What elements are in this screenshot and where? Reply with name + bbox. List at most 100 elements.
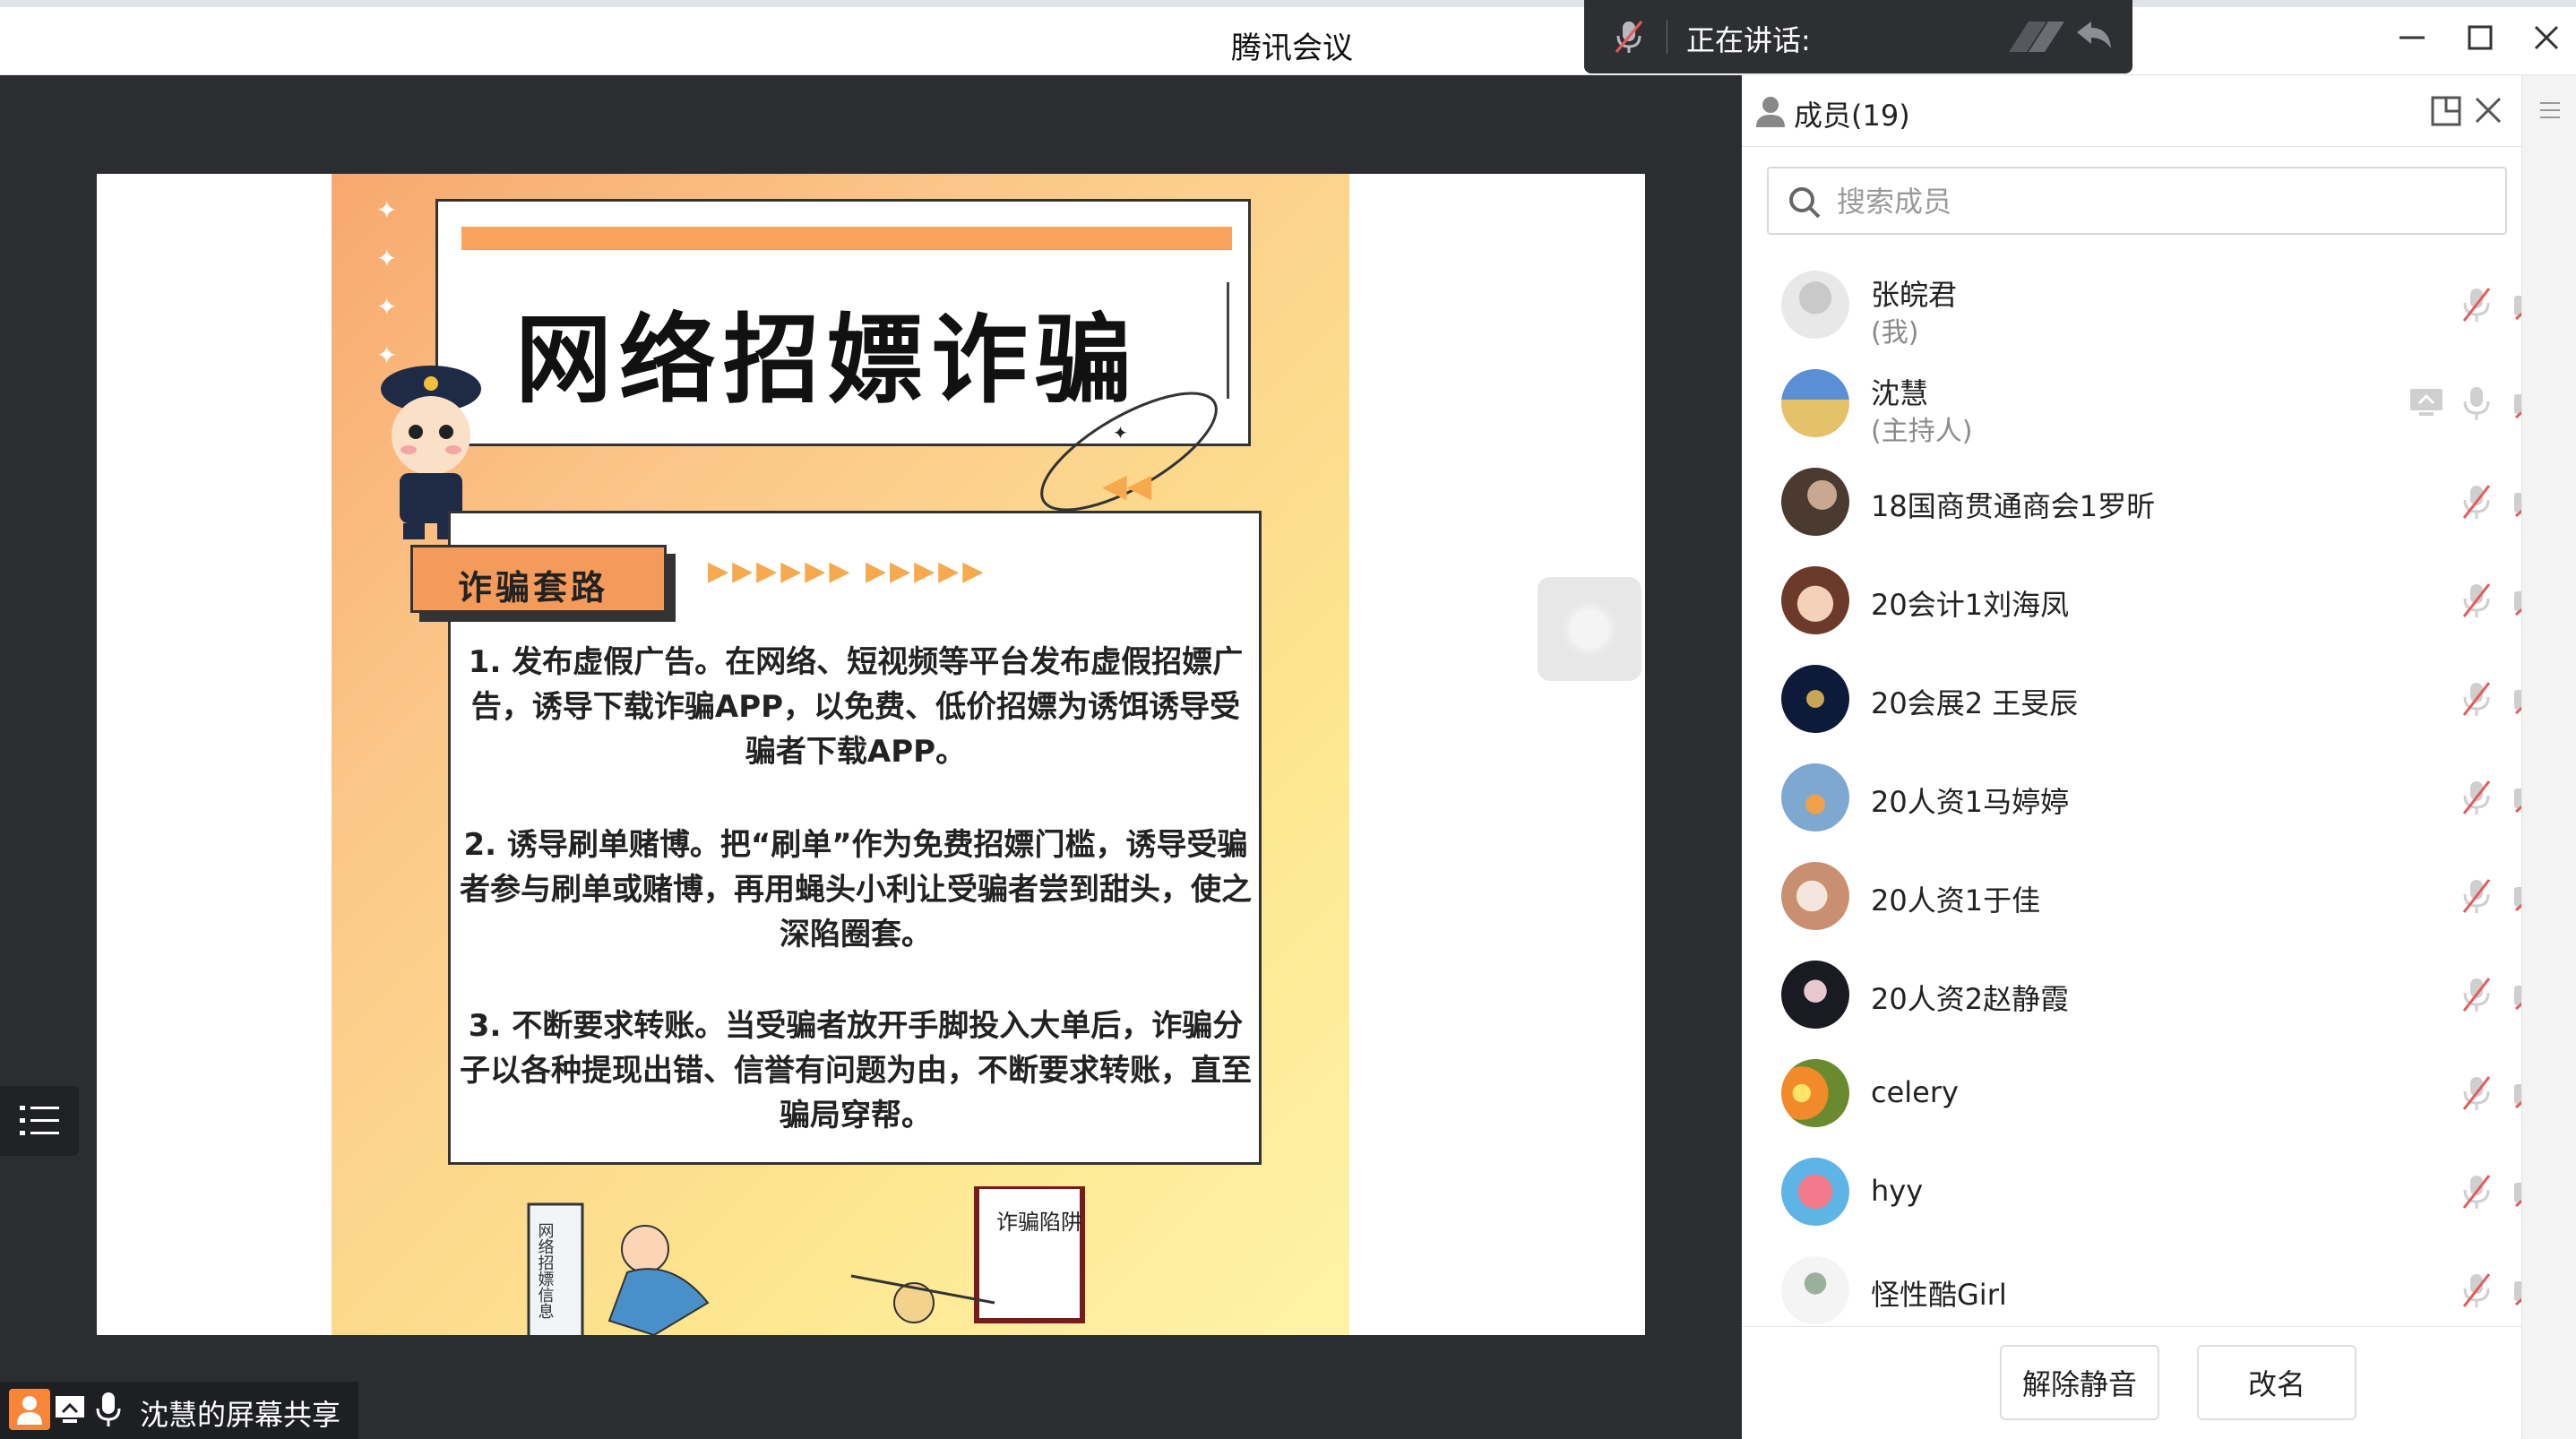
camera-off-icon[interactable] <box>2512 385 2521 421</box>
avatar <box>1781 665 1849 733</box>
muted-mic-icon[interactable] <box>2459 679 2494 719</box>
muted-mic-icon[interactable] <box>2459 1073 2494 1113</box>
member-name: celery <box>1871 1075 1959 1109</box>
floating-control-dot <box>1570 609 1609 649</box>
scam-illustration: 网络招嫖信息 诈骗陷阱 <box>527 1186 1085 1335</box>
popout-icon[interactable] <box>2430 95 2462 127</box>
camera-off-icon[interactable] <box>2512 1174 2521 1210</box>
muted-mic-icon[interactable] <box>2459 482 2494 521</box>
camera-off-icon[interactable] <box>2512 484 2521 520</box>
member-role: (我) <box>1871 317 1919 349</box>
member-count-title: 成员(19) <box>1794 99 1910 133</box>
member-name: 沈慧 <box>1871 376 1929 410</box>
member-row[interactable]: 20人资1于佳 <box>1742 846 2521 944</box>
member-list: 张皖君 (我) 沈慧 (主持人) 18国商贯通商会1罗昕 20会计1刘海凤 20会展2 王旻… <box>1742 254 2521 1326</box>
camera-off-icon[interactable] <box>2512 1075 2521 1111</box>
floating-control-button[interactable] <box>1538 577 1641 681</box>
unmute-all-button[interactable]: 解除静音 <box>2000 1345 2159 1420</box>
avatar <box>1781 369 1849 437</box>
search-icon <box>1789 187 1821 219</box>
camera-off-icon[interactable] <box>2512 977 2521 1012</box>
screen-share-icon <box>2408 385 2444 419</box>
member-row[interactable]: 20会计1刘海凤 <box>1742 550 2521 649</box>
member-name: 20人资1马婷婷 <box>1871 785 2070 819</box>
member-name: 20人资1于佳 <box>1871 883 2041 918</box>
muted-mic-icon[interactable] <box>2459 975 2494 1014</box>
member-panel: 成员(19) 张皖君(我)沈慧(主持人)18国商贯 <box>1742 75 2576 1439</box>
member-name: 张皖君 <box>1871 278 1958 312</box>
mic-icon <box>96 1392 121 1426</box>
maximize-icon[interactable] <box>2462 20 2498 56</box>
sparkle-icon: ✦ <box>376 195 398 225</box>
member-row[interactable]: 怪性酷Girl <box>1742 1240 2521 1326</box>
member-name: 20会计1刘海凤 <box>1871 588 2070 622</box>
avatar <box>1781 1059 1849 1127</box>
member-row[interactable]: 20人资2赵静霞 <box>1742 944 2521 1043</box>
member-row[interactable]: hyy <box>1742 1142 2521 1240</box>
sparkle-icon: ✦ <box>376 244 398 273</box>
camera-off-icon[interactable] <box>2512 287 2521 323</box>
menu-icon[interactable] <box>2538 99 2562 122</box>
screen-share-icon <box>56 1396 84 1423</box>
muted-mic-icon[interactable] <box>2459 1271 2494 1310</box>
avatar <box>1781 1158 1849 1226</box>
meeting-window: 腾讯会议 正在讲话: ✦ ✦ ✦ ✦ 网络招嫖诈骗 ◀◀ ✦ 诈骗套路 ▶▶▶▶… <box>0 0 2576 1439</box>
member-row[interactable]: 20人资1马婷婷 <box>1742 747 2521 846</box>
app-title: 腾讯会议 <box>1231 30 1353 66</box>
rename-button[interactable]: 改名 <box>2197 1345 2356 1420</box>
avatar <box>1781 1256 1849 1324</box>
member-name: hyy <box>1871 1174 1924 1208</box>
sparkle-icon: ✦ <box>376 292 398 322</box>
minimize-icon[interactable] <box>2394 20 2430 56</box>
close-window-icon[interactable] <box>2529 20 2564 56</box>
camera-off-icon[interactable] <box>2512 878 2521 914</box>
member-role: (主持人) <box>1871 416 1973 447</box>
collapse-icon[interactable] <box>2072 16 2116 56</box>
member-row[interactable]: 沈慧 (主持人) <box>1742 353 2521 452</box>
sign-text-2: 诈骗陷阱 <box>996 1210 1082 1235</box>
presenter-icon <box>9 1389 50 1430</box>
screen-share-status: 沈慧的屏幕共享 <box>0 1382 358 1439</box>
member-name: 20会展2 王旻辰 <box>1871 686 2079 720</box>
avatar <box>1781 468 1849 536</box>
muted-mic-icon[interactable] <box>2459 876 2494 916</box>
planet-doodle-icon: ◀◀ ✦ ✦ <box>1040 392 1218 523</box>
camera-off-icon[interactable] <box>2512 1272 2521 1308</box>
shared-slide: ✦ ✦ ✦ ✦ 网络招嫖诈骗 ◀◀ ✦ 诈骗套路 ▶▶▶▶▶▶ ▶▶▶▶▶ 1.… <box>97 174 1645 1335</box>
member-row[interactable]: 张皖君 (我) <box>1742 254 2521 353</box>
muted-mic-icon[interactable] <box>2459 581 2494 620</box>
member-row[interactable]: 20会展2 王旻辰 <box>1742 649 2521 747</box>
member-name: 20人资2赵静霞 <box>1871 982 2070 1016</box>
avatar <box>1781 961 1849 1029</box>
speaking-label: 正在讲话: <box>1686 23 1811 57</box>
members-icon <box>1756 97 1785 127</box>
mic-icon[interactable] <box>2459 383 2494 423</box>
member-search[interactable] <box>1767 167 2507 235</box>
logo-icon <box>2009 22 2064 52</box>
camera-off-icon[interactable] <box>2512 681 2521 717</box>
avatar <box>1781 271 1849 339</box>
toolbar-toggle-button[interactable] <box>0 1086 79 1156</box>
muted-mic-icon[interactable] <box>2459 778 2494 817</box>
camera-off-icon[interactable] <box>2512 582 2521 618</box>
member-panel-footer: 解除静音 改名 <box>1742 1326 2521 1439</box>
avatar <box>1781 862 1849 930</box>
os-tab-strip <box>0 0 2576 7</box>
side-rail <box>2521 75 2576 1439</box>
camera-off-icon[interactable] <box>2512 780 2521 815</box>
member-name: 18国商贯通商会1罗昕 <box>1871 489 2156 523</box>
section-tag: 诈骗套路 <box>410 545 667 613</box>
title-accent-bar <box>461 227 1232 250</box>
member-row[interactable]: celery <box>1742 1043 2521 1142</box>
speaking-indicator: 正在讲话: <box>1584 0 2132 73</box>
title-bar: 腾讯会议 正在讲话: <box>0 0 2576 75</box>
search-input[interactable] <box>1837 179 2482 224</box>
member-name: 怪性酷Girl <box>1871 1278 2007 1312</box>
muted-mic-icon[interactable] <box>2459 285 2494 324</box>
avatar <box>1781 763 1849 832</box>
muted-mic-icon[interactable] <box>1611 18 1647 56</box>
member-row[interactable]: 18国商贯通商会1罗昕 <box>1742 452 2521 550</box>
svg-text:◀◀: ◀◀ <box>1102 468 1152 504</box>
close-panel-icon[interactable] <box>2471 93 2505 127</box>
muted-mic-icon[interactable] <box>2459 1172 2494 1211</box>
